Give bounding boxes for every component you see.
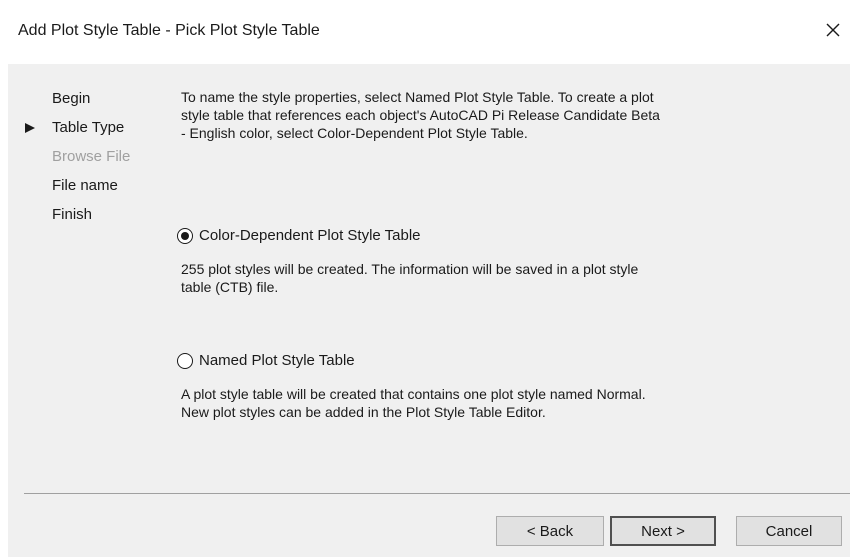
- step-begin: Begin: [24, 86, 130, 115]
- step-label: Table Type: [52, 119, 125, 136]
- next-button[interactable]: Next >: [610, 516, 716, 546]
- intro-text: To name the style properties, select Nam…: [181, 89, 660, 141]
- named-option[interactable]: Named Plot Style Table: [177, 352, 355, 369]
- radio-button-unselected[interactable]: [177, 352, 193, 369]
- button-divider: [24, 493, 850, 494]
- color-dependent-description: 255 plot styles will be created. The inf…: [181, 261, 639, 295]
- wizard-steps: Begin Table Type Browse File File name F…: [24, 86, 130, 231]
- step-table-type: Table Type: [24, 115, 130, 144]
- radio-button-selected[interactable]: [177, 227, 193, 244]
- step-file-name: File name: [24, 173, 130, 202]
- back-button[interactable]: < Back: [496, 516, 604, 546]
- step-browse-file: Browse File: [24, 144, 130, 173]
- cancel-button[interactable]: Cancel: [736, 516, 842, 546]
- named-description: A plot style table will be created that …: [181, 386, 646, 420]
- close-icon: [825, 22, 841, 43]
- intro-text-block: To name the style properties, select Nam…: [181, 88, 661, 142]
- window-left-border: [0, 64, 8, 557]
- close-button[interactable]: [818, 14, 848, 50]
- dialog-window: Add Plot Style Table - Pick Plot Style T…: [0, 0, 850, 557]
- window-title: Add Plot Style Table - Pick Plot Style T…: [18, 22, 320, 39]
- step-label: Begin: [52, 90, 91, 107]
- step-label: Finish: [52, 206, 93, 223]
- option-label: Color-Dependent Plot Style Table: [199, 227, 421, 244]
- step-label: Browse File: [52, 148, 131, 165]
- radio-dot: [181, 231, 189, 240]
- step-label: File name: [52, 177, 118, 194]
- option-label: Named Plot Style Table: [199, 352, 355, 369]
- step-finish: Finish: [24, 202, 130, 231]
- triangle-right-icon: [24, 115, 38, 141]
- color-dependent-option[interactable]: Color-Dependent Plot Style Table: [177, 227, 421, 244]
- title-bar: Add Plot Style Table - Pick Plot Style T…: [0, 0, 850, 64]
